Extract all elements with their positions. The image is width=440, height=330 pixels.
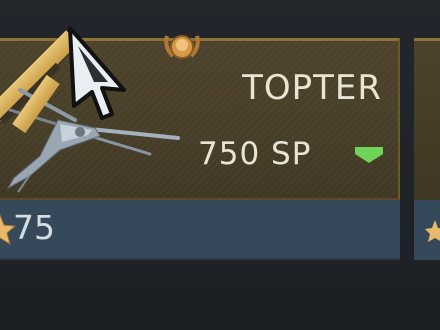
medal-icon xyxy=(164,35,200,59)
next-star-icon xyxy=(425,220,440,242)
stars-value: 75 xyxy=(13,208,55,247)
mouse-cursor-icon xyxy=(68,26,126,120)
vehicle-card-footer xyxy=(0,200,400,260)
next-vehicle-card-body[interactable] xyxy=(414,38,440,200)
bottom-strip xyxy=(0,288,440,330)
vehicle-name: TOPTER xyxy=(242,68,382,108)
vehicle-cost: 750 SP xyxy=(198,136,312,172)
green-chevron-icon xyxy=(355,147,383,163)
game-screen: TOPTER 750 SP 75 xyxy=(0,0,440,330)
